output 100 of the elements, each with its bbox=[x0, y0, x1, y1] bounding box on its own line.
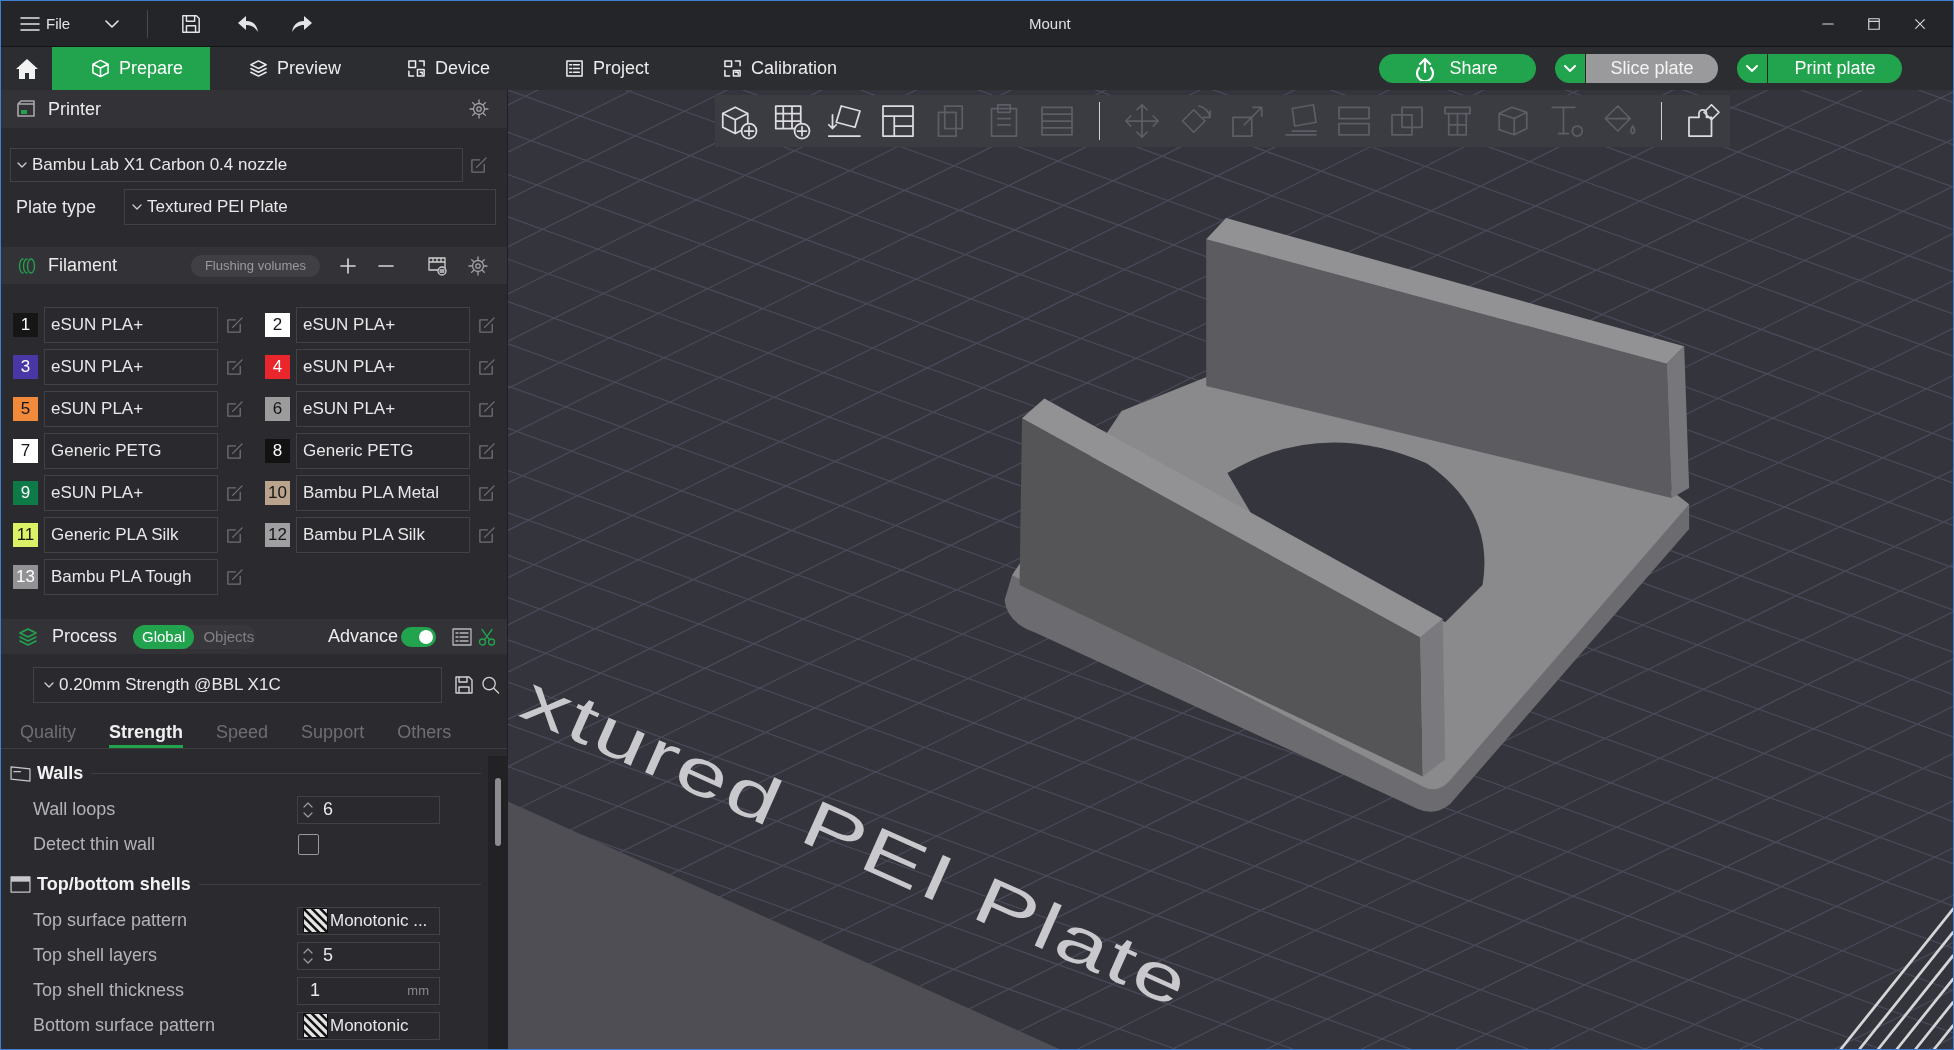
filament-swatch[interactable]: 12 bbox=[265, 523, 290, 547]
undo-icon[interactable] bbox=[237, 13, 260, 34]
scrollbar[interactable] bbox=[488, 756, 508, 1049]
edit-icon[interactable] bbox=[470, 156, 488, 174]
unit-label: mm bbox=[407, 983, 429, 998]
edit-icon[interactable] bbox=[478, 442, 496, 460]
checkbox[interactable] bbox=[298, 834, 319, 855]
flushing-volumes-button[interactable]: Flushing volumes bbox=[191, 254, 320, 277]
chevron-down-icon bbox=[1564, 65, 1576, 72]
spin-arrows-icon[interactable] bbox=[303, 801, 313, 818]
filament-swatch[interactable]: 7 bbox=[13, 439, 38, 463]
process-preset-combo[interactable]: 0.20mm Strength @BBL X1C bbox=[33, 667, 442, 703]
edit-icon[interactable] bbox=[226, 568, 244, 586]
edit-icon[interactable] bbox=[226, 484, 244, 502]
number-field[interactable]: 1 mm bbox=[297, 976, 440, 1005]
filament-swatch[interactable]: 4 bbox=[265, 355, 290, 379]
pattern-combo[interactable]: Monotonic ... bbox=[297, 906, 440, 935]
filament-swatch[interactable]: 10 bbox=[265, 481, 290, 505]
toggle-switch[interactable] bbox=[401, 626, 436, 647]
filament-swatch[interactable]: 2 bbox=[265, 313, 290, 337]
chevron-down-icon bbox=[17, 162, 27, 168]
filament-swatch[interactable]: 9 bbox=[13, 481, 38, 505]
filament-swatch[interactable]: 3 bbox=[13, 355, 38, 379]
settings-icon[interactable] bbox=[468, 255, 488, 276]
dropdown-toggle[interactable] bbox=[1737, 54, 1768, 83]
edit-icon[interactable] bbox=[478, 316, 496, 334]
filament-combo[interactable]: eSUN PLA+ bbox=[44, 391, 218, 427]
edit-icon[interactable] bbox=[478, 526, 496, 544]
section-title: Process bbox=[52, 626, 118, 647]
search-icon[interactable] bbox=[481, 676, 500, 694]
edit-icon[interactable] bbox=[226, 316, 244, 334]
cube-icon bbox=[91, 59, 110, 78]
home-icon[interactable] bbox=[15, 56, 39, 81]
spin-field[interactable]: 6 bbox=[297, 795, 440, 824]
filament-swatch[interactable]: 11 bbox=[13, 523, 38, 547]
wall-icon bbox=[10, 764, 31, 782]
setting-label: Top shell layers bbox=[33, 945, 159, 966]
section-title: Printer bbox=[48, 98, 101, 120]
plate-type-combo[interactable]: Textured PEI Plate bbox=[124, 189, 496, 225]
edit-icon[interactable] bbox=[478, 484, 496, 502]
field-label: Plate type bbox=[15, 196, 98, 218]
settings-tab[interactable]: Strength bbox=[109, 717, 184, 748]
spin-field[interactable]: 5 bbox=[297, 941, 440, 970]
settings-icon[interactable] bbox=[469, 99, 489, 119]
save-icon[interactable] bbox=[455, 676, 473, 694]
nav-tab[interactable]: Device bbox=[368, 47, 526, 90]
edit-icon[interactable] bbox=[226, 442, 244, 460]
close-icon[interactable] bbox=[1913, 16, 1927, 31]
chevron-down-icon bbox=[1746, 65, 1758, 72]
list-icon[interactable] bbox=[452, 627, 472, 646]
remove-icon[interactable] bbox=[378, 264, 394, 267]
calibration-icon bbox=[723, 59, 742, 78]
nav-tab[interactable]: Calibration bbox=[684, 47, 842, 90]
save-icon[interactable] bbox=[181, 13, 202, 34]
hatch-pattern-icon bbox=[303, 1013, 328, 1038]
filament-combo[interactable]: Generic PLA Silk bbox=[44, 517, 218, 553]
setting-label: Top surface pattern bbox=[33, 910, 189, 931]
nav-tab[interactable]: Preview bbox=[210, 47, 368, 90]
edit-icon[interactable] bbox=[478, 400, 496, 418]
rings-icon bbox=[18, 256, 36, 275]
add-icon[interactable] bbox=[340, 257, 356, 274]
chevron-down-icon[interactable] bbox=[105, 19, 120, 28]
filament-combo[interactable]: Bambu PLA Tough bbox=[44, 559, 218, 595]
shell-icon bbox=[10, 875, 31, 893]
chevron-down-icon bbox=[132, 204, 142, 210]
device-icon bbox=[407, 59, 426, 78]
setting-label: Detect thin wall bbox=[33, 834, 157, 855]
dropdown-toggle[interactable] bbox=[1555, 54, 1586, 83]
scissors-icon[interactable] bbox=[478, 627, 496, 646]
hatch-pattern-icon bbox=[303, 908, 328, 933]
filament-combo[interactable]: Bambu PLA Metal bbox=[296, 475, 470, 511]
filament-combo[interactable]: eSUN PLA+ bbox=[296, 307, 470, 343]
printer-preset-combo[interactable]: Bambu Lab X1 Carbon 0.4 nozzle bbox=[10, 148, 463, 182]
redo-icon[interactable] bbox=[291, 13, 314, 34]
edit-icon[interactable] bbox=[226, 400, 244, 418]
filament-combo[interactable]: eSUN PLA+ bbox=[44, 349, 218, 385]
layers-icon bbox=[18, 627, 38, 646]
filament-combo[interactable]: Bambu PLA Silk bbox=[296, 517, 470, 553]
filament-combo[interactable]: Generic PETG bbox=[296, 433, 470, 469]
filament-combo[interactable]: Generic PETG bbox=[44, 433, 218, 469]
filament-combo[interactable]: eSUN PLA+ bbox=[44, 475, 218, 511]
file-menu-button[interactable]: File bbox=[20, 15, 71, 32]
table-sync-icon[interactable] bbox=[427, 255, 447, 276]
filament-combo[interactable]: eSUN PLA+ bbox=[296, 391, 470, 427]
filament-swatch[interactable]: 5 bbox=[13, 397, 38, 421]
filament-combo[interactable]: eSUN PLA+ bbox=[44, 307, 218, 343]
filament-swatch[interactable]: 8 bbox=[265, 439, 290, 463]
nav-tab[interactable]: Project bbox=[526, 47, 684, 90]
section-title: Filament bbox=[48, 255, 118, 276]
layers-icon bbox=[249, 59, 268, 78]
spin-arrows-icon[interactable] bbox=[303, 947, 313, 964]
pattern-combo[interactable]: Monotonic bbox=[297, 1011, 440, 1040]
edit-icon[interactable] bbox=[478, 358, 496, 376]
edit-icon[interactable] bbox=[226, 358, 244, 376]
filament-combo[interactable]: eSUN PLA+ bbox=[296, 349, 470, 385]
printer-icon bbox=[16, 100, 36, 118]
filament-swatch[interactable]: 6 bbox=[265, 397, 290, 421]
maximize-icon[interactable] bbox=[1867, 16, 1881, 31]
filament-swatch[interactable]: 1 bbox=[13, 313, 38, 337]
edit-icon[interactable] bbox=[226, 526, 244, 544]
